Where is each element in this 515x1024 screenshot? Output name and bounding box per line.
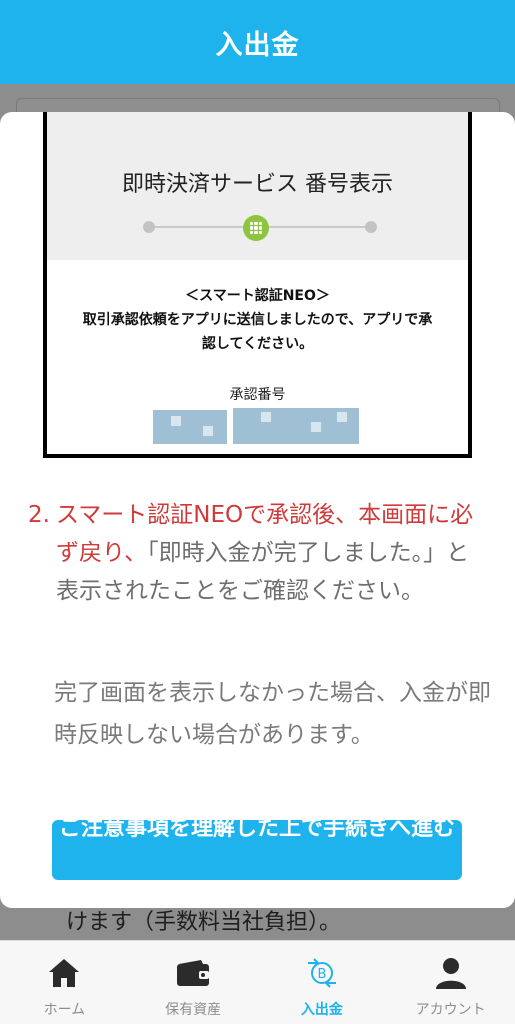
instruction-text: 2. スマート認証NEOで承認後、本画面に必ず戻り、「即時入金が完了しました。」… — [28, 496, 484, 610]
svg-text:B: B — [317, 967, 326, 982]
nav-label: 入出金 — [300, 1002, 343, 1018]
home-icon — [46, 955, 82, 991]
step-number: 2. — [28, 502, 50, 528]
bitcoin-transfer-icon: B — [304, 955, 340, 991]
proceed-button-label: ご注意事項を理解した上で手続きへ進む — [58, 820, 455, 841]
note-text: 完了画面を表示しなかった場合、入金が即時反映しない場合があります。 — [54, 680, 491, 748]
wallet-icon — [175, 955, 211, 991]
screenshot-title: 即時決済サービス 番号表示 — [122, 172, 393, 197]
screenshot-message-line: 認してください。 — [201, 336, 314, 352]
nav-item-account[interactable]: アカウント — [386, 941, 515, 1024]
screenshot-message-line: ＜スマート認証NEO＞ — [185, 288, 330, 304]
nav-label: ホーム — [43, 1002, 86, 1018]
screenshot-message: ＜スマート認証NEO＞ 取引承認依頼をアプリに送信しましたので、アプリで承 認し… — [47, 284, 468, 356]
screenshot-message-line: 取引承認依頼をアプリに送信しましたので、アプリで承 — [82, 312, 433, 328]
nav-item-assets[interactable]: 保有資産 — [129, 941, 258, 1024]
page-title: 入出金 — [215, 29, 300, 61]
keypad-icon — [250, 222, 262, 234]
redacted-number — [233, 408, 359, 444]
redacted-number — [153, 410, 227, 444]
instruction-screenshot: 即時決済サービス 番号表示 ＜スマート認証NEO＞ 取引承認依頼をアプリに送信し… — [43, 112, 472, 458]
background-text: けます（手数料当社負担）。 — [66, 910, 342, 935]
nav-label: アカウント — [415, 1002, 486, 1018]
bottom-nav: ホーム 保有資産 B 入出金 アカウント — [0, 940, 515, 1024]
nav-item-home[interactable]: ホーム — [0, 941, 129, 1024]
person-icon — [433, 955, 469, 991]
app-header: 入出金 — [0, 0, 515, 84]
step-dot — [143, 221, 155, 233]
nav-item-deposit-withdraw[interactable]: B 入出金 — [258, 941, 387, 1024]
notice-modal: 即時決済サービス 番号表示 ＜スマート認証NEO＞ 取引承認依頼をアプリに送信し… — [0, 112, 515, 908]
step-dot — [365, 221, 377, 233]
approval-number-label: 承認番号 — [229, 387, 286, 403]
step-indicator — [143, 215, 377, 241]
proceed-button[interactable]: ご注意事項を理解した上で手続きへ進む — [52, 820, 462, 880]
nav-label: 保有資産 — [165, 1002, 222, 1018]
step-active-dot — [243, 215, 269, 241]
